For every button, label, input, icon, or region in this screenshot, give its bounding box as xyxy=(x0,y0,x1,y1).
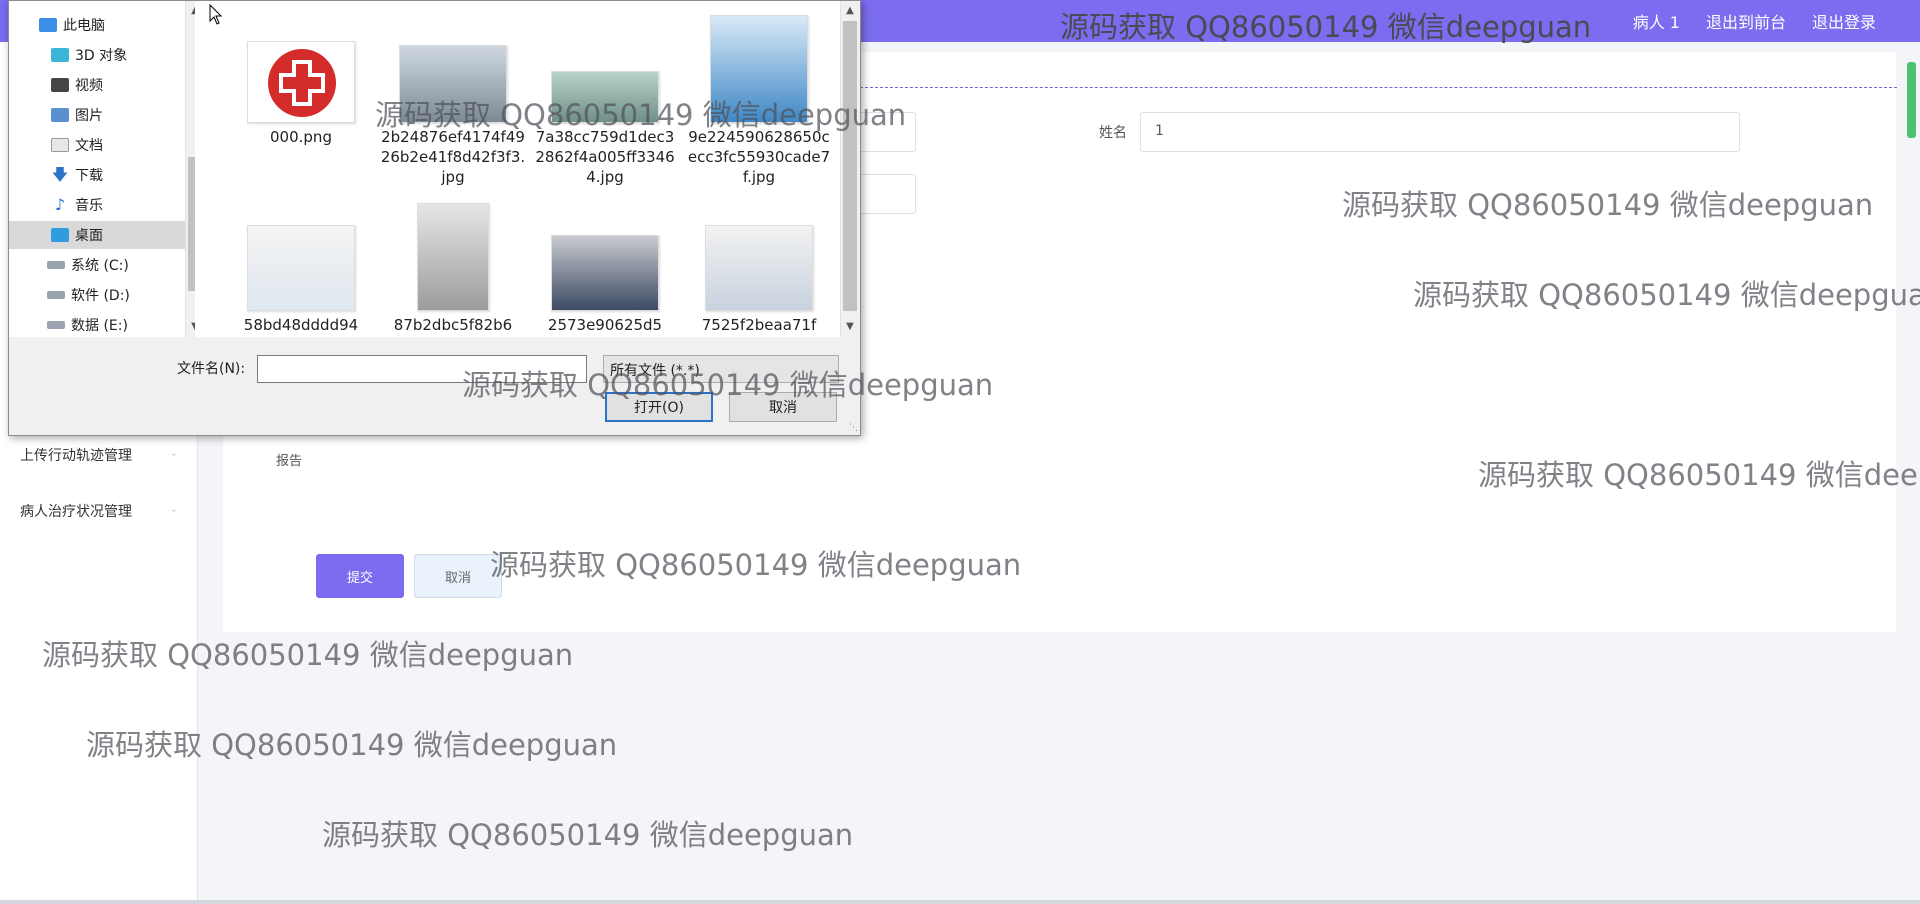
nav-this-pc[interactable]: 此电脑 xyxy=(9,11,185,39)
file-type-filter[interactable]: 所有文件 (*.*) xyxy=(603,355,839,383)
filename-input[interactable] xyxy=(257,355,587,383)
nav-drive-d[interactable]: 软件 (D:) xyxy=(9,281,185,309)
logout-link[interactable]: 退出登录 xyxy=(1812,9,1876,33)
sidebar-item-trajectory[interactable]: 上传行动轨迹管理 ⌄ xyxy=(20,445,178,465)
male-doctor-photo-icon xyxy=(705,225,813,311)
nav-documents[interactable]: 文档 xyxy=(9,131,185,159)
sidebar-item-treatment[interactable]: 病人治疗状况管理 ⌄ xyxy=(20,501,178,521)
page-scrollbar[interactable] xyxy=(1907,62,1916,138)
file-item[interactable]: 58bd48dddd94 xyxy=(227,225,375,335)
file-item[interactable]: 2b24876ef4174f4926b2e41f8d42f3f3.jpg xyxy=(379,45,527,187)
desktop-icon xyxy=(51,228,69,242)
back-to-frontend-link[interactable]: 退出到前台 xyxy=(1706,9,1786,33)
drive-icon xyxy=(47,261,65,269)
name-label: 姓名 xyxy=(1099,125,1127,141)
cancel-button[interactable]: 取消 xyxy=(414,554,502,598)
hospital-lobby-photo-icon xyxy=(399,45,507,123)
scroll-up-arrow-icon[interactable]: ▲ xyxy=(841,3,859,19)
dialog-nav-pane: 此电脑 3D 对象 视频 图片 文档 🡇 下载 ♪ 音乐 桌面 系统 (C:) … xyxy=(9,1,205,339)
hospital-ward-photo-icon xyxy=(551,71,659,123)
female-doctor-photo-icon xyxy=(247,225,355,311)
sidebar-item-label: 上传行动轨迹管理 xyxy=(20,448,132,464)
nav-drive-e[interactable]: 数据 (E:) xyxy=(9,311,185,339)
document-icon xyxy=(51,138,69,152)
file-item[interactable]: 87b2dbc5f82b6 xyxy=(379,203,527,335)
name-input[interactable]: 1 xyxy=(1140,112,1740,152)
submit-button[interactable]: 提交 xyxy=(316,554,404,598)
open-button[interactable]: 打开(O) xyxy=(605,392,713,422)
file-item[interactable]: 9e224590628650cecc3fc55930cade7f.jpg xyxy=(685,15,833,187)
nav-desktop[interactable]: 桌面 xyxy=(9,221,185,249)
red-cross-logo-icon xyxy=(247,41,355,123)
file-item[interactable]: 7525f2beaa71f xyxy=(685,225,833,335)
filename-label: 文件名(N): xyxy=(177,361,246,377)
file-item[interactable]: 000.png xyxy=(227,41,375,147)
nav-downloads[interactable]: 🡇 下载 xyxy=(9,161,185,189)
nav-3d-objects[interactable]: 3D 对象 xyxy=(9,41,185,69)
chevron-down-icon: ⌄ xyxy=(169,504,178,515)
user-menu[interactable]: 病人 1 xyxy=(1633,9,1680,33)
waiting-room-photo-icon xyxy=(551,235,659,311)
bottom-border xyxy=(0,900,1920,904)
chevron-down-icon: ⌄ xyxy=(169,448,178,459)
section-divider xyxy=(860,87,1897,88)
nav-pictures[interactable]: 图片 xyxy=(9,101,185,129)
cube-icon xyxy=(51,48,69,62)
music-note-icon: ♪ xyxy=(54,195,66,214)
scroll-down-arrow-icon[interactable]: ▼ xyxy=(841,319,859,335)
file-scrollbar[interactable]: ▲ ▼ xyxy=(840,1,860,337)
sidebar-item-label: 病人治疗状况管理 xyxy=(20,504,132,520)
watermark: 源码获取 QQ86050149 微信deepguan xyxy=(322,818,854,852)
film-icon xyxy=(51,78,69,92)
file-item[interactable]: 2573e90625d5 xyxy=(531,235,679,335)
drive-icon xyxy=(47,321,65,329)
file-open-dialog: 此电脑 3D 对象 视频 图片 文档 🡇 下载 ♪ 音乐 桌面 系统 (C:) … xyxy=(8,0,861,436)
brand-watermark: 源码获取 QQ86050149 微信deepguan xyxy=(1060,10,1592,44)
file-grid: 000.png 2b24876ef4174f4926b2e41f8d42f3f3… xyxy=(195,1,847,337)
drive-icon xyxy=(47,291,65,299)
mouse-cursor-icon xyxy=(209,4,223,25)
file-scroll-thumb[interactable] xyxy=(843,21,857,311)
nav-drive-c[interactable]: 系统 (C:) xyxy=(9,251,185,279)
hospital-sign-photo-icon xyxy=(710,15,808,123)
female-doctor-portrait-icon xyxy=(417,203,489,311)
download-arrow-icon: 🡇 xyxy=(51,165,69,184)
file-item[interactable]: 7a38cc759d1dec32862f4a005ff33464.jpg xyxy=(531,71,679,187)
dialog-cancel-button[interactable]: 取消 xyxy=(729,392,837,422)
resize-grip-icon[interactable]: ⋱ xyxy=(849,423,858,433)
nav-videos[interactable]: 视频 xyxy=(9,71,185,99)
picture-icon xyxy=(51,108,69,122)
report-label: 报告 xyxy=(276,454,303,469)
header-nav: 病人 1 退出到前台 退出登录 xyxy=(1633,0,1876,42)
nav-music[interactable]: ♪ 音乐 xyxy=(9,191,185,219)
computer-icon xyxy=(39,18,57,32)
